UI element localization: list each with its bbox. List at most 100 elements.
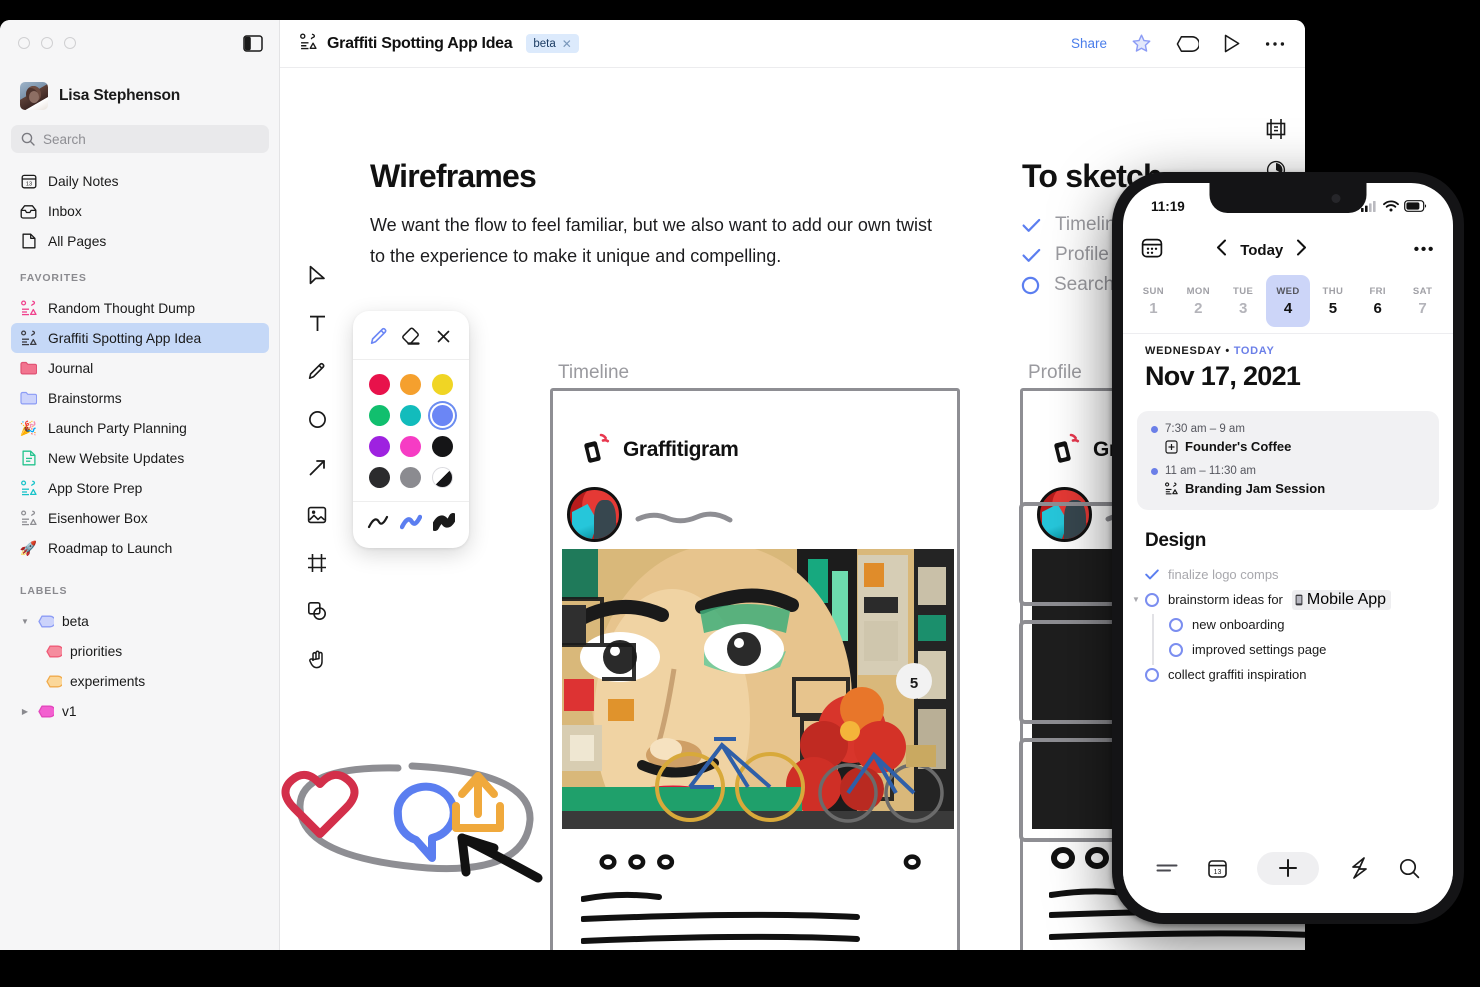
thick-stroke-icon[interactable] bbox=[430, 513, 457, 536]
sidebar-item-roadmap-to-launch[interactable]: 🚀 Roadmap to Launch bbox=[11, 533, 269, 563]
sidebar-item-new-website-updates[interactable]: New Website Updates bbox=[11, 443, 269, 473]
color-swatch[interactable] bbox=[369, 405, 391, 426]
color-swatch[interactable] bbox=[369, 467, 391, 488]
color-swatch-white[interactable] bbox=[431, 467, 453, 488]
day-cell[interactable]: SUN 1 bbox=[1131, 275, 1176, 327]
more-options-icon[interactable] bbox=[1265, 41, 1285, 47]
pen-color-popover[interactable] bbox=[353, 311, 469, 548]
color-swatch[interactable] bbox=[369, 374, 391, 395]
eraser-icon[interactable] bbox=[399, 325, 423, 347]
share-button[interactable]: Share bbox=[1071, 36, 1107, 51]
sidebar-item-journal[interactable]: Journal bbox=[11, 353, 269, 383]
hand-tool-icon[interactable] bbox=[300, 642, 334, 676]
day-cell[interactable]: THU 5 bbox=[1310, 275, 1355, 327]
cursor-select-icon[interactable] bbox=[300, 258, 334, 292]
frame-crop-icon[interactable] bbox=[1265, 118, 1287, 145]
chevron-right-icon[interactable] bbox=[1296, 239, 1307, 261]
sidebar-toggle-icon[interactable] bbox=[243, 35, 263, 52]
task-item[interactable]: finalize logo comps bbox=[1145, 562, 1439, 587]
day-cell[interactable]: FRI 6 bbox=[1355, 275, 1400, 327]
checkbox-empty-icon[interactable] bbox=[1145, 667, 1159, 682]
close-window-button[interactable] bbox=[18, 37, 30, 49]
color-swatch[interactable] bbox=[400, 436, 422, 457]
checkbox-empty-icon[interactable] bbox=[1169, 642, 1183, 657]
frame-tool-icon[interactable] bbox=[300, 546, 334, 580]
day-cell[interactable]: SAT 7 bbox=[1400, 275, 1445, 327]
day-cell[interactable]: TUE 3 bbox=[1221, 275, 1266, 327]
pen-tool-icon[interactable] bbox=[300, 354, 334, 388]
sidebar-item-inbox[interactable]: Inbox bbox=[11, 196, 269, 226]
pencil-icon[interactable] bbox=[367, 325, 391, 347]
more-options-icon[interactable]: ••• bbox=[1414, 242, 1435, 257]
status-badge[interactable]: beta ✕ bbox=[526, 34, 579, 53]
close-icon[interactable]: ✕ bbox=[562, 38, 572, 50]
checkbox-empty-icon[interactable] bbox=[1169, 617, 1183, 632]
party-popper-icon: 🎉 bbox=[19, 419, 38, 436]
play-icon[interactable] bbox=[1223, 34, 1241, 53]
medium-stroke-icon[interactable] bbox=[399, 513, 423, 536]
star-icon[interactable] bbox=[1131, 33, 1152, 54]
chevron-down-icon[interactable]: ▼ bbox=[20, 617, 30, 626]
task-item[interactable]: ▼ brainstorm ideas for Mobile App bbox=[1132, 587, 1439, 612]
event-item[interactable]: 7:30 am – 9 am Founder's Coffee bbox=[1151, 423, 1425, 454]
arrow-tool-icon[interactable] bbox=[300, 450, 334, 484]
sidebar-item-eisenhower-box[interactable]: Eisenhower Box bbox=[11, 503, 269, 533]
maximize-window-button[interactable] bbox=[64, 37, 76, 49]
phone-screen[interactable]: 11:19 Today ••• SUN 1 MON 2 TUE 3 WED 4 … bbox=[1123, 183, 1453, 913]
image-tool-icon[interactable] bbox=[300, 498, 334, 532]
mention-chip[interactable]: Mobile App bbox=[1291, 589, 1392, 610]
checkbox-empty-icon[interactable] bbox=[1145, 592, 1159, 607]
calendar-picker-icon[interactable] bbox=[1141, 237, 1163, 264]
task-item-sub[interactable]: improved settings page bbox=[1169, 637, 1439, 662]
page-icon bbox=[20, 233, 37, 250]
sidebar-item-random-thought-dump[interactable]: Random Thought Dump bbox=[11, 293, 269, 323]
design-task-section: Design finalize logo comps ▼ brainstorm … bbox=[1132, 530, 1439, 687]
tag-icon[interactable] bbox=[1176, 35, 1199, 53]
checkbox-empty-icon bbox=[1021, 276, 1040, 294]
shapes-tool-icon[interactable] bbox=[300, 594, 334, 628]
task-item[interactable]: collect graffiti inspiration bbox=[1145, 662, 1439, 687]
add-plus-icon[interactable] bbox=[1257, 851, 1320, 885]
wireframe-card-timeline[interactable]: Graffitigram 5 bbox=[550, 388, 960, 950]
ellipse-tool-icon[interactable] bbox=[300, 402, 334, 436]
sidebar-item-app-store-prep[interactable]: App Store Prep bbox=[11, 473, 269, 503]
list-lines-icon[interactable] bbox=[1156, 862, 1178, 874]
label-item-beta[interactable]: ▼ beta bbox=[11, 606, 269, 636]
color-swatch-selected[interactable] bbox=[431, 405, 453, 426]
lightning-scribble-icon[interactable] bbox=[1349, 857, 1370, 879]
label-item-v1[interactable]: ▶ v1 bbox=[11, 696, 269, 726]
calendar-13-icon[interactable]: 13 bbox=[1207, 858, 1228, 879]
label-item-priorities[interactable]: priorities bbox=[11, 636, 269, 666]
sidebar-item-brainstorms[interactable]: Brainstorms bbox=[11, 383, 269, 413]
sidebar-item-graffiti-spotting-app-idea[interactable]: Graffiti Spotting App Idea bbox=[11, 323, 269, 353]
date-nav-title[interactable]: Today bbox=[1240, 242, 1283, 259]
color-swatch[interactable] bbox=[431, 436, 453, 457]
wireframe-brand: Graffitigram bbox=[583, 433, 739, 467]
color-swatch[interactable] bbox=[369, 436, 391, 457]
color-swatch[interactable] bbox=[431, 374, 453, 395]
chevron-right-icon[interactable]: ▶ bbox=[20, 707, 30, 716]
sidebar-item-all-pages[interactable]: All Pages bbox=[11, 226, 269, 256]
text-tool-icon[interactable] bbox=[300, 306, 334, 340]
event-item[interactable]: 11 am – 11:30 am Branding Jam Session bbox=[1151, 465, 1425, 496]
window-traffic-lights[interactable] bbox=[18, 37, 76, 49]
task-item-sub[interactable]: new onboarding bbox=[1169, 612, 1439, 637]
chevron-left-icon[interactable] bbox=[1216, 239, 1227, 261]
color-swatch[interactable] bbox=[400, 374, 422, 395]
sidebar-item-launch-party-planning[interactable]: 🎉 Launch Party Planning bbox=[11, 413, 269, 443]
chevron-down-icon[interactable]: ▼ bbox=[1132, 595, 1140, 604]
color-swatch[interactable] bbox=[400, 405, 422, 426]
sidebar-item-daily-notes[interactable]: 13 Daily Notes bbox=[11, 166, 269, 196]
thin-stroke-icon[interactable] bbox=[367, 513, 389, 536]
search-placeholder: Search bbox=[43, 131, 86, 147]
day-cell[interactable]: MON 2 bbox=[1176, 275, 1221, 327]
day-cell-selected[interactable]: WED 4 bbox=[1265, 275, 1311, 327]
close-icon[interactable] bbox=[431, 325, 455, 347]
color-swatch[interactable] bbox=[400, 467, 422, 488]
user-profile[interactable]: Lisa Stephenson bbox=[20, 82, 180, 110]
minimize-window-button[interactable] bbox=[41, 37, 53, 49]
date-kicker-day: WEDNESDAY bbox=[1145, 345, 1222, 357]
label-item-experiments[interactable]: experiments bbox=[11, 666, 269, 696]
search-icon[interactable] bbox=[1399, 858, 1420, 879]
search-input[interactable]: Search bbox=[11, 125, 269, 153]
